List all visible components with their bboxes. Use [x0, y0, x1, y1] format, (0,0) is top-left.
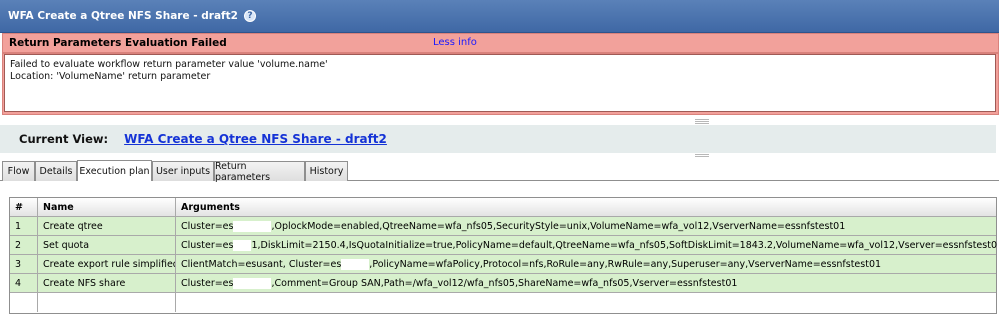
table-row[interactable]: 1 Create qtree Cluster=es ,OplockMode=ena… — [10, 217, 996, 236]
current-view-link[interactable]: WFA Create a Qtree NFS Share - draft2 — [124, 132, 387, 146]
error-message: Failed to evaluate workflow return param… — [4, 54, 996, 112]
tab-history[interactable]: History — [305, 161, 348, 181]
tab-return-parameters[interactable]: Return parameters — [214, 161, 305, 183]
table-row[interactable]: 4 Create NFS share Cluster=es ,Comment=Gr… — [10, 274, 996, 293]
redacted-text — [341, 259, 370, 270]
redacted-text — [233, 240, 252, 251]
row-number: 2 — [10, 236, 38, 255]
error-header: Return Parameters Evaluation Failed Less… — [2, 33, 999, 53]
empty-cell — [10, 293, 38, 312]
row-arguments-start: Cluster=es — [181, 221, 234, 232]
redacted-text — [233, 278, 272, 289]
row-arguments: ClientMatch=esusant, Cluster=es ,PolicyNa… — [176, 255, 997, 274]
tab-flow[interactable]: Flow — [2, 161, 35, 181]
row-arguments: Cluster=es 1,DiskLimit=2150.4,IsQuotaInit… — [176, 236, 997, 255]
splitter-grip-icon[interactable] — [695, 119, 709, 124]
empty-cell — [38, 293, 176, 312]
window-title: WFA Create a Qtree NFS Share - draft2 — [8, 10, 238, 22]
row-arguments-start: Cluster=es — [181, 240, 234, 251]
row-arguments: Cluster=es ,Comment=Group SAN,Path=/wfa_v… — [176, 274, 997, 293]
column-header-name[interactable]: Name — [38, 198, 176, 217]
table-row[interactable]: 3 Create export rule simplified ClientMa… — [10, 255, 996, 274]
row-name: Create qtree — [38, 217, 176, 236]
error-title: Return Parameters Evaluation Failed — [9, 37, 227, 49]
row-name: Create export rule simplified — [38, 255, 176, 274]
tab-strip: Flow Details Execution plan User inputs … — [0, 160, 999, 183]
tab-execution-plan[interactable]: Execution plan — [77, 160, 152, 181]
column-header-number[interactable]: # — [10, 198, 38, 217]
current-view-bar: Current View: WFA Create a Qtree NFS Sha… — [0, 125, 996, 153]
tab-user-inputs[interactable]: User inputs — [152, 161, 214, 181]
row-number: 4 — [10, 274, 38, 293]
row-arguments-end: ,OplockMode=enabled,QtreeName=wfa_nfs05,… — [271, 221, 846, 232]
row-arguments-end: 1,DiskLimit=2150.4,IsQuotaInitialize=tru… — [251, 240, 997, 251]
row-name: Set quota — [38, 236, 176, 255]
row-name: Create NFS share — [38, 274, 176, 293]
tab-details[interactable]: Details — [35, 161, 77, 181]
window-titlebar: WFA Create a Qtree NFS Share - draft2 ? — [0, 0, 999, 33]
row-arguments-end: ,PolicyName=wfaPolicy,Protocol=nfs,RoRul… — [369, 259, 882, 270]
row-number: 1 — [10, 217, 38, 236]
row-arguments-start: Cluster=es — [181, 278, 234, 289]
error-location-line: Location: 'VolumeName' return parameter — [10, 71, 211, 82]
redacted-text — [233, 221, 272, 232]
row-number: 3 — [10, 255, 38, 274]
help-icon[interactable]: ? — [243, 10, 256, 22]
table-empty-row — [10, 293, 996, 313]
column-header-arguments[interactable]: Arguments — [176, 198, 997, 217]
table-header: # Name Arguments — [10, 198, 996, 217]
table-row[interactable]: 2 Set quota Cluster=es 1,DiskLimit=2150.4… — [10, 236, 997, 255]
empty-cell — [176, 293, 997, 312]
row-arguments-start: ClientMatch=esusant, Cluster=es — [181, 259, 342, 270]
row-arguments: Cluster=es ,OplockMode=enabled,QtreeName=… — [176, 217, 997, 236]
current-view-label: Current View: — [19, 132, 109, 146]
error-message-line: Failed to evaluate workflow return param… — [10, 59, 328, 70]
less-info-link[interactable]: Less info — [433, 37, 477, 48]
execution-plan-table: # Name Arguments 1 Create qtree Cluster=… — [9, 197, 997, 314]
row-arguments-end: ,Comment=Group SAN,Path=/wfa_vol12/wfa_n… — [271, 278, 738, 289]
